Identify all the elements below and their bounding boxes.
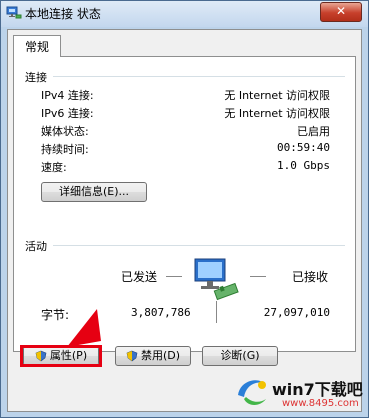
close-button[interactable]: ✕	[320, 2, 362, 22]
disable-button[interactable]: 禁用(D)	[115, 346, 191, 366]
network-connection-icon	[6, 6, 22, 19]
sent-label: 已发送	[121, 270, 158, 284]
watermark-logo-icon	[238, 380, 266, 405]
duration-value: 00:59:40	[277, 141, 330, 154]
media-state-label: 媒体状态:	[41, 125, 89, 138]
bytes-separator	[216, 301, 217, 323]
media-state-value: 已启用	[297, 125, 330, 138]
connection-group-label: 连接	[25, 71, 47, 84]
details-button[interactable]: 详细信息(E)...	[41, 182, 147, 202]
ipv4-value: 无 Internet 访问权限	[224, 89, 330, 102]
speed-label: 速度:	[41, 161, 67, 174]
status-window: 本地连接 状态 ✕ 常规 连接 IPv4 连接: 无 Internet 访问权限…	[0, 0, 369, 418]
connection-divider	[53, 76, 345, 77]
network-activity-icon	[194, 258, 239, 301]
ipv4-label: IPv4 连接:	[41, 89, 94, 102]
red-arrow-icon	[67, 309, 101, 347]
bytes-sent-value: 3,807,786	[131, 306, 191, 319]
watermark: win7下载吧 www.8495.com	[226, 373, 366, 417]
received-label: 已接收	[292, 270, 329, 284]
sent-dash	[166, 276, 182, 277]
ipv6-label: IPv6 连接:	[41, 107, 94, 120]
tab-general[interactable]: 常规	[13, 35, 61, 57]
uac-shield-icon	[126, 350, 138, 362]
speed-value: 1.0 Gbps	[277, 159, 330, 172]
activity-group-label: 活动	[25, 240, 47, 253]
title-bar[interactable]: 本地连接 状态 ✕	[1, 1, 368, 27]
ipv6-value: 无 Internet 访问权限	[224, 107, 330, 120]
received-dash	[250, 276, 266, 277]
watermark-url: www.8495.com	[282, 398, 359, 409]
window-title: 本地连接 状态	[25, 7, 101, 21]
activity-divider	[53, 245, 345, 246]
watermark-text: win7下载吧	[272, 380, 363, 399]
disable-label: 禁用(D)	[140, 349, 181, 362]
duration-label: 持续时间:	[41, 143, 89, 156]
diagnose-button[interactable]: 诊断(G)	[202, 346, 278, 366]
bytes-received-value: 27,097,010	[263, 306, 330, 319]
